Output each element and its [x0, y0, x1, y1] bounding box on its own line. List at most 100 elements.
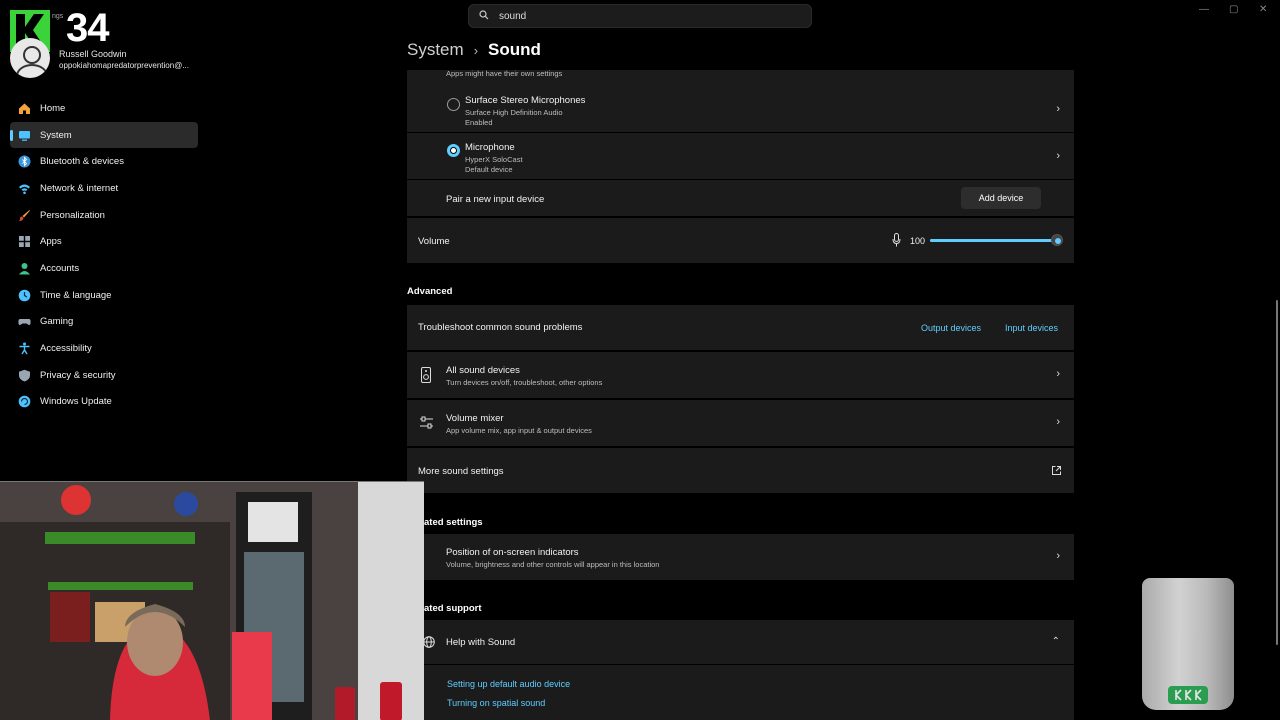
volume-mixer-row[interactable]: Volume mixer App volume mix, app input &… [407, 400, 1074, 446]
sidebar-item-system[interactable]: System [10, 121, 198, 149]
device-driver: HyperX SoloCast [465, 155, 523, 164]
device-status: Default device [465, 165, 513, 174]
device-row-microphone[interactable]: Microphone HyperX SoloCast Default devic… [407, 134, 1074, 180]
chevron-right-icon: › [1056, 550, 1060, 562]
pair-input-device-label: Pair a new input device [446, 194, 545, 205]
related-support-heading: ated support [424, 603, 482, 614]
sidebar-item-label: System [40, 129, 72, 141]
brush-icon [19, 209, 30, 221]
sidebar-item-apps[interactable]: Apps [10, 228, 198, 255]
search-icon [479, 9, 489, 23]
sidebar-item-label: Gaming [40, 316, 74, 328]
user-name: Russell Goodwin [59, 49, 127, 59]
volume-mixer-subtitle: App volume mix, app input & output devic… [446, 426, 592, 435]
output-devices-link[interactable]: Output devices [921, 323, 981, 333]
sidebar-item-accounts[interactable]: Accounts [10, 255, 198, 282]
input-devices-panel: Apps might have their own settings Surfa… [407, 69, 1074, 216]
minimize-button[interactable]: — [1199, 4, 1209, 15]
input-devices-link[interactable]: Input devices [1005, 323, 1058, 333]
sidebar-item-label: Home [40, 102, 66, 114]
overlay-counter: 34 [66, 6, 109, 50]
sidebar-item-label: Accessibility [40, 343, 92, 355]
bluetooth-icon [18, 155, 31, 168]
add-device-button[interactable]: Add device [961, 187, 1041, 209]
microphone-icon[interactable] [892, 233, 901, 247]
more-sound-settings-label: More sound settings [418, 466, 504, 477]
help-with-sound-panel: Help with Sound ⌃ Setting up default aud… [407, 620, 1074, 720]
sidebar-item-privacy[interactable]: Privacy & security [10, 362, 198, 389]
help-link-default-audio[interactable]: Setting up default audio device [447, 679, 570, 689]
sidebar-item-time-language[interactable]: Time & language [10, 282, 198, 309]
chevron-right-icon: › [1056, 368, 1060, 380]
all-devices-subtitle: Turn devices on/off, troubleshoot, other… [446, 378, 603, 387]
help-with-sound-title[interactable]: Help with Sound [446, 637, 515, 648]
page-title: Sound [488, 40, 541, 59]
chevron-right-icon: › [1056, 150, 1060, 162]
webcam-overlay [0, 481, 424, 720]
globe-icon [423, 636, 435, 648]
sidebar-item-label: Bluetooth & devices [40, 156, 124, 168]
volume-slider[interactable] [930, 234, 1063, 246]
volume-row: Volume 100 [407, 218, 1074, 263]
sidebar-item-accessibility[interactable]: Accessibility [10, 335, 198, 362]
radio-surface-mics[interactable] [447, 98, 460, 111]
apps-icon [19, 236, 30, 248]
volume-label: Volume [418, 236, 450, 247]
indicators-title: Position of on-screen indicators [446, 547, 579, 558]
breadcrumb-chevron-icon: › [473, 42, 479, 58]
all-devices-title: All sound devices [446, 365, 520, 376]
device-status: Enabled [465, 118, 493, 127]
all-sound-devices-row[interactable]: All sound devices Turn devices on/off, t… [407, 352, 1074, 398]
search-input[interactable]: sound [499, 11, 526, 22]
system-icon [19, 130, 30, 141]
sidebar-item-personalization[interactable]: Personalization [10, 202, 198, 229]
sidebar-item-label: Network & internet [40, 182, 119, 194]
onscreen-indicators-row[interactable]: Position of on-screen indicators Volume,… [407, 534, 1074, 580]
close-button[interactable]: ✕ [1259, 4, 1267, 15]
troubleshoot-row: Troubleshoot common sound problems Outpu… [407, 305, 1074, 350]
related-settings-heading: ated settings [424, 517, 483, 528]
breadcrumb-parent[interactable]: System [407, 40, 464, 60]
sidebar-item-label: Apps [40, 236, 62, 248]
volume-slider-fill [930, 239, 1057, 242]
device-name: Surface Stereo Microphones [465, 95, 586, 106]
chevron-right-icon: › [1056, 416, 1060, 428]
sidebar-item-label: Windows Update [40, 396, 112, 408]
sidebar-item-label: Privacy & security [40, 369, 116, 381]
sidebar-nav: Home System Bluetooth & devices Network … [10, 95, 198, 415]
scrollbar[interactable] [1276, 300, 1278, 645]
sidebar-item-network[interactable]: Network & internet [10, 175, 198, 202]
cup-overlay-image [1142, 578, 1234, 710]
sidebar-item-label: Time & language [40, 289, 112, 301]
maximize-button[interactable]: ▢ [1229, 4, 1238, 15]
shield-icon [19, 369, 30, 382]
speaker-device-icon [421, 367, 431, 383]
sidebar-item-bluetooth[interactable]: Bluetooth & devices [10, 148, 198, 175]
sidebar-item-gaming[interactable]: Gaming [10, 309, 198, 336]
avatar[interactable] [10, 38, 50, 78]
device-driver: Surface High Definition Audio [465, 108, 563, 117]
help-link-spatial-sound[interactable]: Turning on spatial sound [447, 698, 545, 708]
device-name: Microphone [465, 142, 515, 153]
search-box[interactable]: sound [468, 4, 812, 28]
input-hint-text: Apps might have their own settings [446, 69, 563, 78]
volume-slider-thumb[interactable] [1051, 234, 1063, 246]
indicators-subtitle: Volume, brightness and other controls wi… [446, 560, 660, 569]
sidebar-item-home[interactable]: Home [10, 95, 198, 122]
mixer-sliders-icon [420, 416, 433, 429]
sidebar-item-label: Accounts [40, 262, 80, 274]
wifi-icon [19, 184, 30, 195]
sidebar-item-windows-update[interactable]: Windows Update [10, 389, 198, 416]
gamepad-icon [18, 319, 31, 326]
troubleshoot-label: Troubleshoot common sound problems [418, 322, 583, 333]
divider [407, 664, 1074, 665]
device-row-surface-mics[interactable]: Surface Stereo Microphones Surface High … [407, 87, 1074, 133]
more-sound-settings-row[interactable]: More sound settings [407, 448, 1074, 493]
chevron-right-icon: › [1056, 103, 1060, 115]
radio-microphone[interactable] [447, 144, 460, 157]
chevron-up-icon[interactable]: ⌃ [1052, 636, 1060, 647]
volume-mixer-title: Volume mixer [446, 413, 504, 424]
globe-clock-icon [18, 289, 31, 301]
breadcrumb: System › Sound [407, 40, 541, 60]
person-icon [19, 262, 30, 275]
